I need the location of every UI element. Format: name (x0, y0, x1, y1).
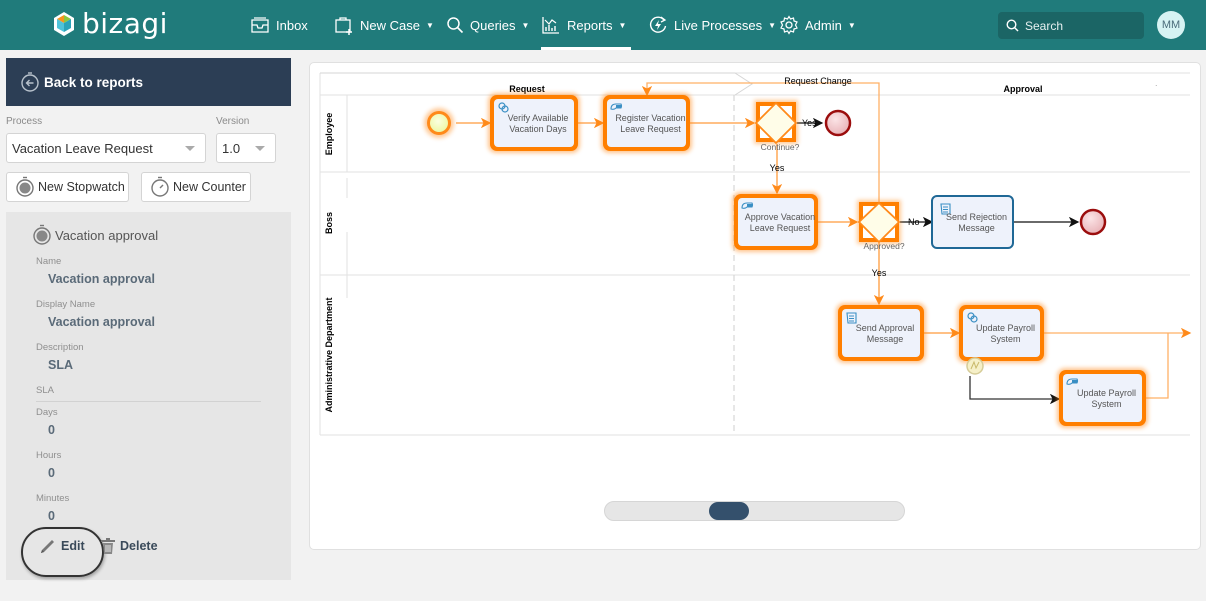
task-label-line: Message (867, 334, 904, 344)
task-approve-vacation-leave-request[interactable]: Approve VacationLeave Request (732, 192, 820, 252)
task-update-payroll-system[interactable]: Update PayrollSystem (1057, 368, 1148, 428)
task-label-line: Message (958, 223, 995, 233)
phase-marker: . (1155, 78, 1158, 88)
lane-label-employee: Employee (324, 113, 334, 156)
task-label-line: Send Rejection (946, 212, 1007, 222)
task-label-line: Verify Available (508, 113, 569, 123)
task-label-line: Update Payroll (976, 323, 1035, 333)
task-label-line: Approve Vacation (745, 212, 815, 222)
task-label-line: Update Payroll (1077, 388, 1136, 398)
flow-label-approved-yes: Yes (872, 268, 887, 278)
end-event-cancelled[interactable] (824, 109, 852, 137)
task-label-line: Send Approval (856, 323, 915, 333)
phase-label-request: Request (509, 84, 545, 94)
task-label-line: Vacation Days (509, 124, 567, 134)
tasks: Verify AvailableVacation Days Register Va… (488, 93, 1148, 428)
gateway-continue-label: Continue? (761, 142, 800, 152)
end-event-rejected[interactable] (1079, 208, 1107, 236)
scrollbar-thumb[interactable] (709, 502, 749, 520)
gateway-continue[interactable]: Continue? (754, 100, 800, 152)
start-event[interactable] (424, 108, 454, 138)
task-send-rejection-message[interactable]: Send RejectionMessage (931, 195, 1014, 249)
task-update-payroll-system[interactable]: Update PayrollSystem (957, 303, 1046, 363)
lane-label-administrative-department: Administrative Department (324, 297, 334, 412)
task-send-approval-message[interactable]: Send ApprovalMessage (836, 303, 926, 363)
lane-label-boss: Boss (324, 212, 334, 234)
task-label-line: Register Vacation (615, 113, 685, 123)
diagram-horizontal-scrollbar[interactable] (604, 501, 905, 521)
flow-label-continue-yes: Yes (802, 118, 817, 128)
gateway-approved-label: Approved? (863, 241, 904, 251)
process-diagram: Request Approval . Employee Boss Adminis… (319, 72, 1192, 436)
gateway-approved[interactable]: Approved? (857, 200, 905, 251)
flow-label-approved-no: No (908, 217, 920, 227)
flow-manual-payroll-out (1146, 333, 1169, 399)
task-verify-available-vacation-days[interactable]: Verify AvailableVacation Days (488, 93, 580, 153)
phase-label-approval: Approval (1003, 84, 1042, 94)
task-label-line: Leave Request (750, 223, 811, 233)
task-label-line: System (990, 334, 1020, 344)
boundary-timer-event[interactable] (966, 357, 984, 375)
task-label-line: System (1091, 399, 1121, 409)
flow-label-continue-yes-down: Yes (770, 163, 785, 173)
task-label-line: Leave Request (620, 124, 681, 134)
task-register-vacation-leave-request[interactable]: Register VacationLeave Request (601, 93, 692, 153)
flow-label-request-change: Request Change (784, 76, 852, 86)
flow-boundary-to-manual (969, 376, 1061, 405)
